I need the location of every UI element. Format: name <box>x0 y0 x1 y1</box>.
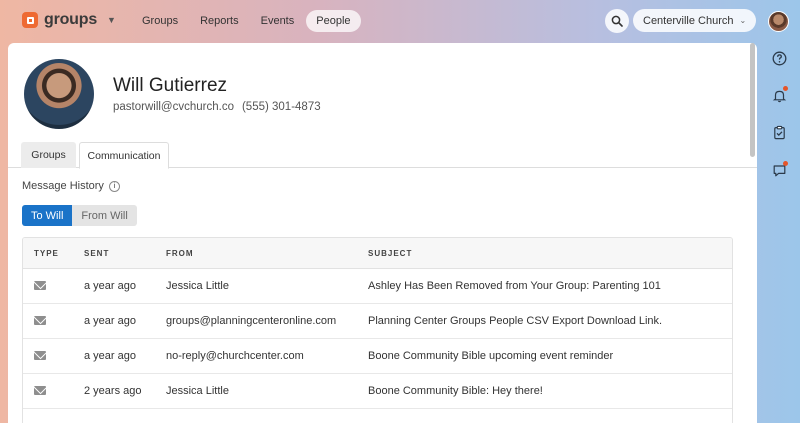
from-cell: groups@planningcenteronline.com <box>166 315 337 327</box>
app-name: groups <box>44 11 98 28</box>
top-navigation: groups ▼ Groups Reports Events People Ce… <box>0 0 800 42</box>
nav-events[interactable]: Events <box>251 10 305 32</box>
table-row[interactable]: a year ago Jessica Little Ashley Has Bee… <box>23 269 732 304</box>
search-icon <box>611 15 623 27</box>
tab-groups[interactable]: Groups <box>21 142 76 168</box>
message-history-label: Message History <box>22 180 104 192</box>
profile-card: Will Gutierrez pastorwill@cvchurch.co (5… <box>8 43 757 423</box>
sent-cell: a year ago <box>84 350 136 362</box>
message-badge <box>783 161 788 166</box>
from-cell: Jessica Little <box>166 280 229 292</box>
search-button[interactable] <box>605 9 629 33</box>
notifications-button[interactable] <box>771 86 788 103</box>
envelope-icon <box>34 351 46 360</box>
info-icon[interactable]: i <box>108 180 120 192</box>
subject-cell[interactable]: Ashley Has Been Removed from Your Group:… <box>368 280 661 292</box>
table-row[interactable]: 2 years ago Jessica Little Boone Communi… <box>23 374 732 409</box>
sent-cell: a year ago <box>84 315 136 327</box>
from-cell: no-reply@churchcenter.com <box>166 350 304 362</box>
sent-cell: a year ago <box>84 280 136 292</box>
profile-tabs: Groups Communication <box>8 142 757 169</box>
help-button[interactable] <box>771 50 787 66</box>
table-header: TYPE SENT FROM SUBJECT <box>23 238 732 269</box>
notification-badge <box>783 86 788 91</box>
column-type: TYPE <box>34 249 59 258</box>
column-from: FROM <box>166 249 194 258</box>
table-row[interactable]: a year ago groups@planningcenteronline.c… <box>23 304 732 339</box>
organization-switcher[interactable]: Centerville Church ⌄ <box>633 9 757 32</box>
from-will-button[interactable]: From Will <box>72 205 137 226</box>
nav-reports[interactable]: Reports <box>190 10 249 32</box>
page-scrollbar[interactable] <box>750 43 755 157</box>
nav-groups[interactable]: Groups <box>132 10 188 32</box>
user-avatar[interactable] <box>768 11 789 32</box>
help-icon <box>772 51 786 65</box>
chevron-down-icon: ⌄ <box>739 16 747 25</box>
organization-name: Centerville Church <box>643 14 734 27</box>
contact-info: pastorwill@cvchurch.co (555) 301-4873 <box>113 101 321 113</box>
type-cell <box>34 386 46 395</box>
profile-name: Will Gutierrez <box>113 75 228 96</box>
tab-communication[interactable]: Communication <box>79 142 169 169</box>
main-nav: Groups Reports Events People <box>132 10 361 32</box>
clipboard-check-icon <box>773 125 785 139</box>
message-table: TYPE SENT FROM SUBJECT a year ago Jessic… <box>22 237 733 423</box>
app-switcher[interactable]: groups ▼ <box>22 11 116 29</box>
type-cell <box>34 281 46 290</box>
nav-people[interactable]: People <box>306 10 361 32</box>
profile-photo <box>24 59 94 129</box>
email-link[interactable]: pastorwill@cvchurch.co <box>113 101 234 113</box>
from-cell: Jessica Little <box>166 385 229 397</box>
envelope-icon <box>34 386 46 395</box>
type-cell <box>34 316 46 325</box>
subject-cell[interactable]: Boone Community Bible: Hey there! <box>368 385 543 397</box>
message-history-heading: Message History i <box>22 180 120 192</box>
envelope-icon <box>34 281 46 290</box>
messages-button[interactable] <box>771 161 788 178</box>
subject-cell[interactable]: Boone Community Bible upcoming event rem… <box>368 350 613 362</box>
chevron-down-icon: ▼ <box>107 15 116 25</box>
groups-logo-icon <box>22 12 38 28</box>
to-will-button[interactable]: To Will <box>22 205 73 226</box>
tasks-button[interactable] <box>771 124 787 140</box>
direction-toggle: To Will From Will <box>22 205 137 226</box>
column-subject: SUBJECT <box>368 249 413 258</box>
subject-cell[interactable]: Planning Center Groups People CSV Export… <box>368 315 662 327</box>
sent-cell: 2 years ago <box>84 385 142 397</box>
phone-link[interactable]: (555) 301-4873 <box>242 101 321 113</box>
column-sent: SENT <box>84 249 110 258</box>
envelope-icon <box>34 316 46 325</box>
table-row[interactable]: a year ago no-reply@churchcenter.com Boo… <box>23 339 732 374</box>
type-cell <box>34 351 46 360</box>
